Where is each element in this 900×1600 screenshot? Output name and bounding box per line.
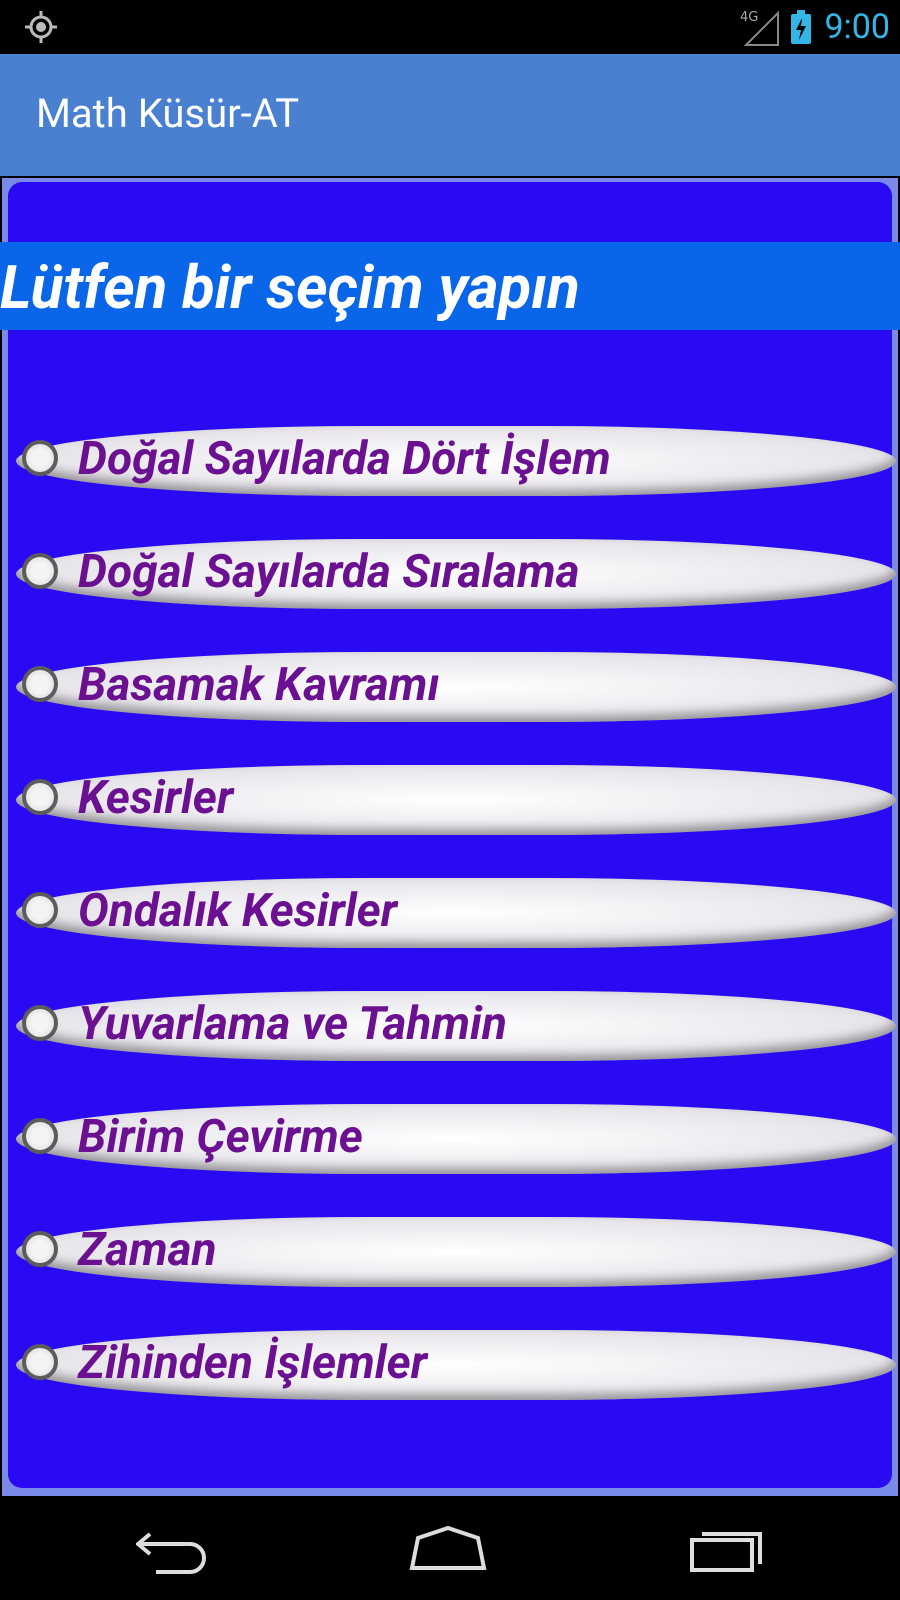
option-label: Doğal Sayılarda Sıralama	[78, 545, 580, 599]
gps-icon	[24, 10, 58, 44]
clock-time: 9:00	[824, 7, 890, 47]
option-label: Basamak Kavramı	[78, 658, 440, 712]
navigation-bar	[0, 1496, 900, 1600]
battery-charging-icon	[790, 10, 812, 44]
option-radio[interactable]: Doğal Sayılarda Dört İşlem	[16, 426, 896, 496]
option-radio[interactable]: Birim Çevirme	[16, 1104, 896, 1174]
network-type-label: 4G	[740, 10, 758, 25]
option-radio[interactable]: Basamak Kavramı	[16, 652, 896, 722]
radio-button-icon[interactable]	[22, 553, 58, 589]
option-radio[interactable]: Kesirler	[16, 765, 896, 835]
option-label: Birim Çevirme	[78, 1110, 363, 1164]
option-label: Doğal Sayılarda Dört İşlem	[78, 432, 611, 486]
back-icon[interactable]	[134, 1524, 216, 1574]
option-label: Yuvarlama ve Tahmin	[78, 997, 507, 1051]
radio-button-icon[interactable]	[22, 779, 58, 815]
radio-button-icon[interactable]	[22, 440, 58, 476]
option-radio[interactable]: Yuvarlama ve Tahmin	[16, 991, 896, 1061]
prompt-heading: Lütfen bir seçim yapın	[0, 252, 580, 323]
home-icon[interactable]	[408, 1524, 488, 1574]
option-label: Zihinden İşlemler	[78, 1336, 428, 1390]
status-bar: 4G 9:00	[0, 0, 900, 54]
radio-button-icon[interactable]	[22, 666, 58, 702]
radio-button-icon[interactable]	[22, 892, 58, 928]
content-area: Lütfen bir seçim yapın Doğal Sayılarda D…	[0, 178, 900, 1496]
options-panel: Lütfen bir seçim yapın Doğal Sayılarda D…	[0, 182, 900, 1488]
option-radio[interactable]: Doğal Sayılarda Sıralama	[16, 539, 896, 609]
action-bar: Math Küsür-AT	[0, 54, 900, 176]
prompt-band: Lütfen bir seçim yapın	[0, 242, 900, 330]
app-title: Math Küsür-AT	[36, 90, 300, 137]
option-radio[interactable]: Zaman	[16, 1217, 896, 1287]
signal-icon: 4G	[740, 7, 780, 47]
option-label: Kesirler	[78, 771, 234, 825]
option-radio[interactable]: Zihinden İşlemler	[16, 1330, 896, 1400]
radio-button-icon[interactable]	[22, 1118, 58, 1154]
radio-button-icon[interactable]	[22, 1005, 58, 1041]
option-radio[interactable]: Ondalık Kesirler	[16, 878, 896, 948]
recent-apps-icon[interactable]	[688, 1524, 768, 1574]
radio-button-icon[interactable]	[22, 1231, 58, 1267]
radio-button-icon[interactable]	[22, 1344, 58, 1380]
option-label: Zaman	[78, 1223, 217, 1277]
option-label: Ondalık Kesirler	[78, 884, 398, 938]
